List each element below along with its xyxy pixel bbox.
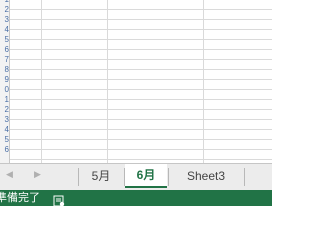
row-number[interactable]: 9	[0, 75, 9, 85]
row-number[interactable]: 5	[0, 35, 9, 45]
row-number[interactable]: 3	[0, 15, 9, 25]
row-gridline	[10, 29, 272, 30]
row-gridline	[10, 119, 272, 120]
row-gridline	[10, 149, 272, 150]
row-number[interactable]: 8	[0, 65, 9, 75]
row-number[interactable]: 6	[0, 145, 9, 155]
row-gridline	[10, 99, 272, 100]
row-gridline	[10, 79, 272, 80]
sheet-tab-may[interactable]: 5月	[79, 164, 123, 189]
row-gridline	[10, 139, 272, 140]
row-gridline	[10, 159, 272, 160]
row-gridline	[10, 129, 272, 130]
row-number[interactable]: 6	[0, 45, 9, 55]
row-gridline	[10, 39, 272, 40]
row-number[interactable]: 2	[0, 105, 9, 115]
row-number[interactable]: 4	[0, 125, 9, 135]
row-header-column[interactable]: 1 2 3 4 5 6 7 8 9 0 1 2 3 4 5 6	[0, 0, 10, 163]
tab-separator	[244, 168, 245, 186]
worksheet-grid[interactable]: 1 2 3 4 5 6 7 8 9 0 1 2 3 4 5 6	[0, 0, 272, 163]
row-gridline	[10, 69, 272, 70]
tab-scroll-right-button[interactable]: ▶	[34, 170, 41, 180]
row-gridline	[10, 89, 272, 90]
row-number[interactable]: 3	[0, 115, 9, 125]
status-text: 準備完了	[0, 191, 40, 204]
row-gridline	[10, 109, 272, 110]
row-number[interactable]: 7	[0, 55, 9, 65]
tab-scroll-left-button[interactable]: ◀	[6, 170, 13, 180]
macro-record-icon[interactable]	[53, 192, 65, 207]
row-gridline	[10, 19, 272, 20]
row-number[interactable]: 5	[0, 135, 9, 145]
status-bar: 準備完了	[0, 190, 272, 207]
row-number[interactable]: 0	[0, 85, 9, 95]
sheet-tab-june[interactable]: 6月	[125, 164, 167, 188]
row-number[interactable]: 4	[0, 25, 9, 35]
row-number[interactable]: 2	[0, 5, 9, 15]
sheet-tab-bar: ◀ ▶ 5月 6月 Sheet3	[0, 163, 272, 190]
row-gridline	[10, 9, 272, 10]
row-gridline	[10, 49, 272, 50]
row-number[interactable]: 1	[0, 95, 9, 105]
sheet-tab-sheet3[interactable]: Sheet3	[169, 164, 243, 189]
row-gridline	[10, 59, 272, 60]
